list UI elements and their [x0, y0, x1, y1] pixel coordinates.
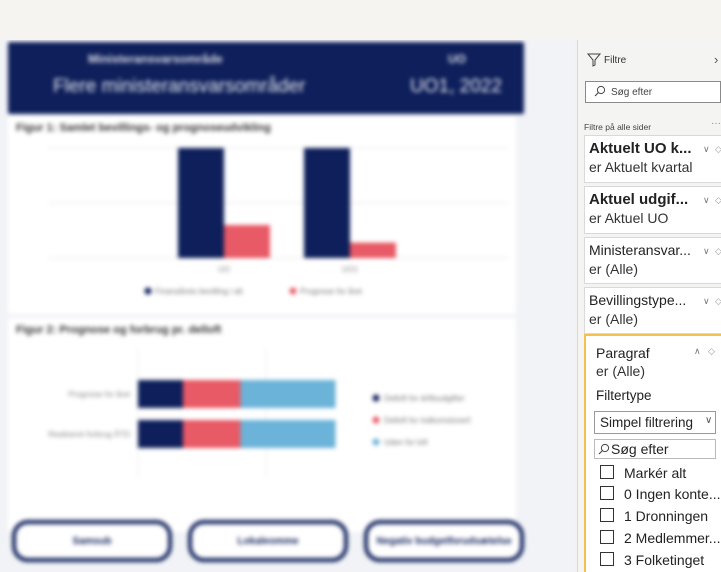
header-right-subtitle: UO [448, 52, 466, 66]
options-search-placeholder: Søg efter [611, 441, 669, 457]
header-title: Flere ministeransvarsområder [53, 76, 306, 97]
option-label: 2 Medlemmer... [624, 530, 721, 546]
checkbox[interactable] [600, 508, 614, 522]
filter-name: Ministeransvar... [589, 242, 691, 258]
option-label: 0 Ingen konte... [624, 486, 721, 502]
nav-buttons: Samsub Lokaleomme Negativ budgetforudsæt… [8, 520, 528, 570]
figure2-card: Figur 2: Prognose og forbrug pr. delloft… [8, 318, 516, 532]
nav-button-3[interactable]: Negativ budgetforudsætelse [364, 520, 524, 562]
legend-label: Finansårets bevilling i alt [155, 287, 243, 296]
filter-search-placeholder: Søg efter [611, 87, 653, 98]
filter-pane: Filtre › Søg efter Filtre på alle sider … [577, 40, 721, 572]
collapse-pane-icon[interactable]: › [714, 52, 718, 67]
bar [350, 242, 396, 258]
bar-segment [138, 380, 183, 408]
funnel-icon [587, 53, 601, 67]
legend-marker [144, 287, 152, 295]
figure1-card: Figur 1: Samlet bevillings- og prognoseu… [8, 116, 516, 314]
category-label: Prognose for året [68, 390, 131, 399]
filter-value: er (Alle) [589, 261, 639, 277]
filter-search-input[interactable]: Søg efter [585, 81, 721, 103]
filter-value: er Aktuel UO [589, 210, 669, 226]
bar-segment [240, 420, 336, 448]
checkbox[interactable] [600, 486, 614, 500]
filter-value: er (Alle) [589, 311, 639, 327]
active-filter-card[interactable]: Paragraf er (Alle) ∧ ◇ Filtertype Simpel… [584, 334, 721, 572]
search-icon [598, 443, 610, 455]
active-filter-value: er (Alle) [596, 363, 646, 379]
bar [304, 148, 350, 258]
option-item[interactable]: 1 Dronningen [600, 508, 708, 524]
filter-card[interactable]: Bevillingstype... er (Alle) ∨ ◇ [584, 287, 721, 334]
report-canvas: Ministeransvarsområde Flere ministeransv… [0, 40, 575, 572]
section-label: Filtre på alle sider [584, 122, 652, 132]
figure2-chart: Prognose for året Realiseret forbrug ÅTD D… [48, 348, 472, 478]
eraser-icon[interactable]: ◇ [708, 346, 715, 357]
filter-card[interactable]: Ministeransvar... er (Alle) ∨ ◇ [584, 237, 721, 284]
category-label: Realiseret forbrug ÅTD [48, 430, 130, 439]
option-label: Markér alt [624, 465, 687, 481]
header-right-title: UO1, 2022 [410, 76, 502, 97]
figure1-title: Figur 1: Samlet bevillings- og prognoseu… [16, 122, 271, 134]
chevron-down-icon: ∨ [705, 415, 713, 426]
filter-pane-title: Filtre [604, 55, 627, 66]
options-search-input[interactable]: Søg efter [594, 439, 716, 459]
chevron-down-icon[interactable]: ∨ [703, 246, 710, 257]
more-options-icon[interactable]: ··· [711, 118, 721, 129]
filter-pane-header: Filtre › [578, 40, 721, 80]
chevron-down-icon[interactable]: ∨ [703, 296, 710, 307]
filter-name: Aktuel udgif... [589, 191, 689, 208]
figure1-chart: UO UO1 Finansårets bevilling i alt Prognose… [48, 147, 508, 296]
legend-marker [372, 394, 380, 402]
bar [178, 148, 224, 258]
bar [224, 225, 270, 258]
top-bar [0, 0, 721, 40]
option-label: 3 Folketinget [624, 552, 705, 568]
legend-label: Delloft for driftsudgifter [384, 394, 465, 403]
legend-marker [372, 438, 380, 446]
filter-type-select[interactable]: Simpel filtrering ∨ [594, 411, 716, 434]
chevron-down-icon[interactable]: ∨ [703, 144, 710, 155]
nav-button-1[interactable]: Samsub [12, 520, 172, 562]
filter-type-value: Simpel filtrering [600, 415, 694, 430]
legend-label: Delloft for indkomstoverf. [384, 416, 472, 425]
bar-segment [138, 420, 183, 448]
chevron-down-icon[interactable]: ∨ [703, 195, 710, 206]
filter-type-label: Filtertype [596, 388, 652, 403]
legend-marker [289, 287, 297, 295]
bar-segment [183, 380, 241, 408]
legend-label: Uden for loft [384, 438, 428, 447]
eraser-icon[interactable]: ◇ [715, 296, 721, 307]
bar-segment [240, 380, 336, 408]
tick-label: UO1 [342, 265, 359, 274]
chevron-up-icon[interactable]: ∧ [694, 346, 701, 357]
checkbox[interactable] [600, 552, 614, 566]
header-subtitle: Ministeransvarsområde [88, 52, 223, 66]
legend-marker [372, 416, 380, 424]
nav-button-2[interactable]: Lokaleomme [188, 520, 348, 562]
legend-label: Prognose for året [300, 287, 363, 296]
figure2-title: Figur 2: Prognose og forbrug pr. delloft [16, 324, 222, 336]
eraser-icon[interactable]: ◇ [715, 195, 721, 206]
option-label: 1 Dronningen [624, 508, 709, 524]
checkbox[interactable] [600, 465, 614, 479]
checkbox[interactable] [600, 530, 614, 544]
tick-label: UO [218, 265, 230, 274]
report-header: Ministeransvarsområde Flere ministeransv… [8, 42, 524, 114]
filter-name: Aktuelt UO k... [589, 140, 692, 157]
eraser-icon[interactable]: ◇ [715, 246, 721, 257]
filter-value: er Aktuelt kvartal [589, 159, 693, 175]
option-item[interactable]: 3 Folketinget [600, 552, 704, 568]
eraser-icon[interactable]: ◇ [715, 144, 721, 155]
filter-name: Bevillingstype... [589, 292, 687, 308]
active-filter-name: Paragraf [596, 345, 650, 361]
search-icon [594, 85, 606, 97]
option-item[interactable]: 2 Medlemmer... [600, 530, 720, 546]
option-item[interactable]: 0 Ingen konte... [600, 486, 721, 502]
select-all-option[interactable]: Markér alt [600, 465, 686, 481]
filter-card[interactable]: Aktuel udgif... er Aktuel UO ∨ ◇ [584, 186, 721, 234]
filter-card[interactable]: Aktuelt UO k... er Aktuelt kvartal ∨ ◇ [584, 135, 721, 183]
bar-segment [183, 420, 241, 448]
